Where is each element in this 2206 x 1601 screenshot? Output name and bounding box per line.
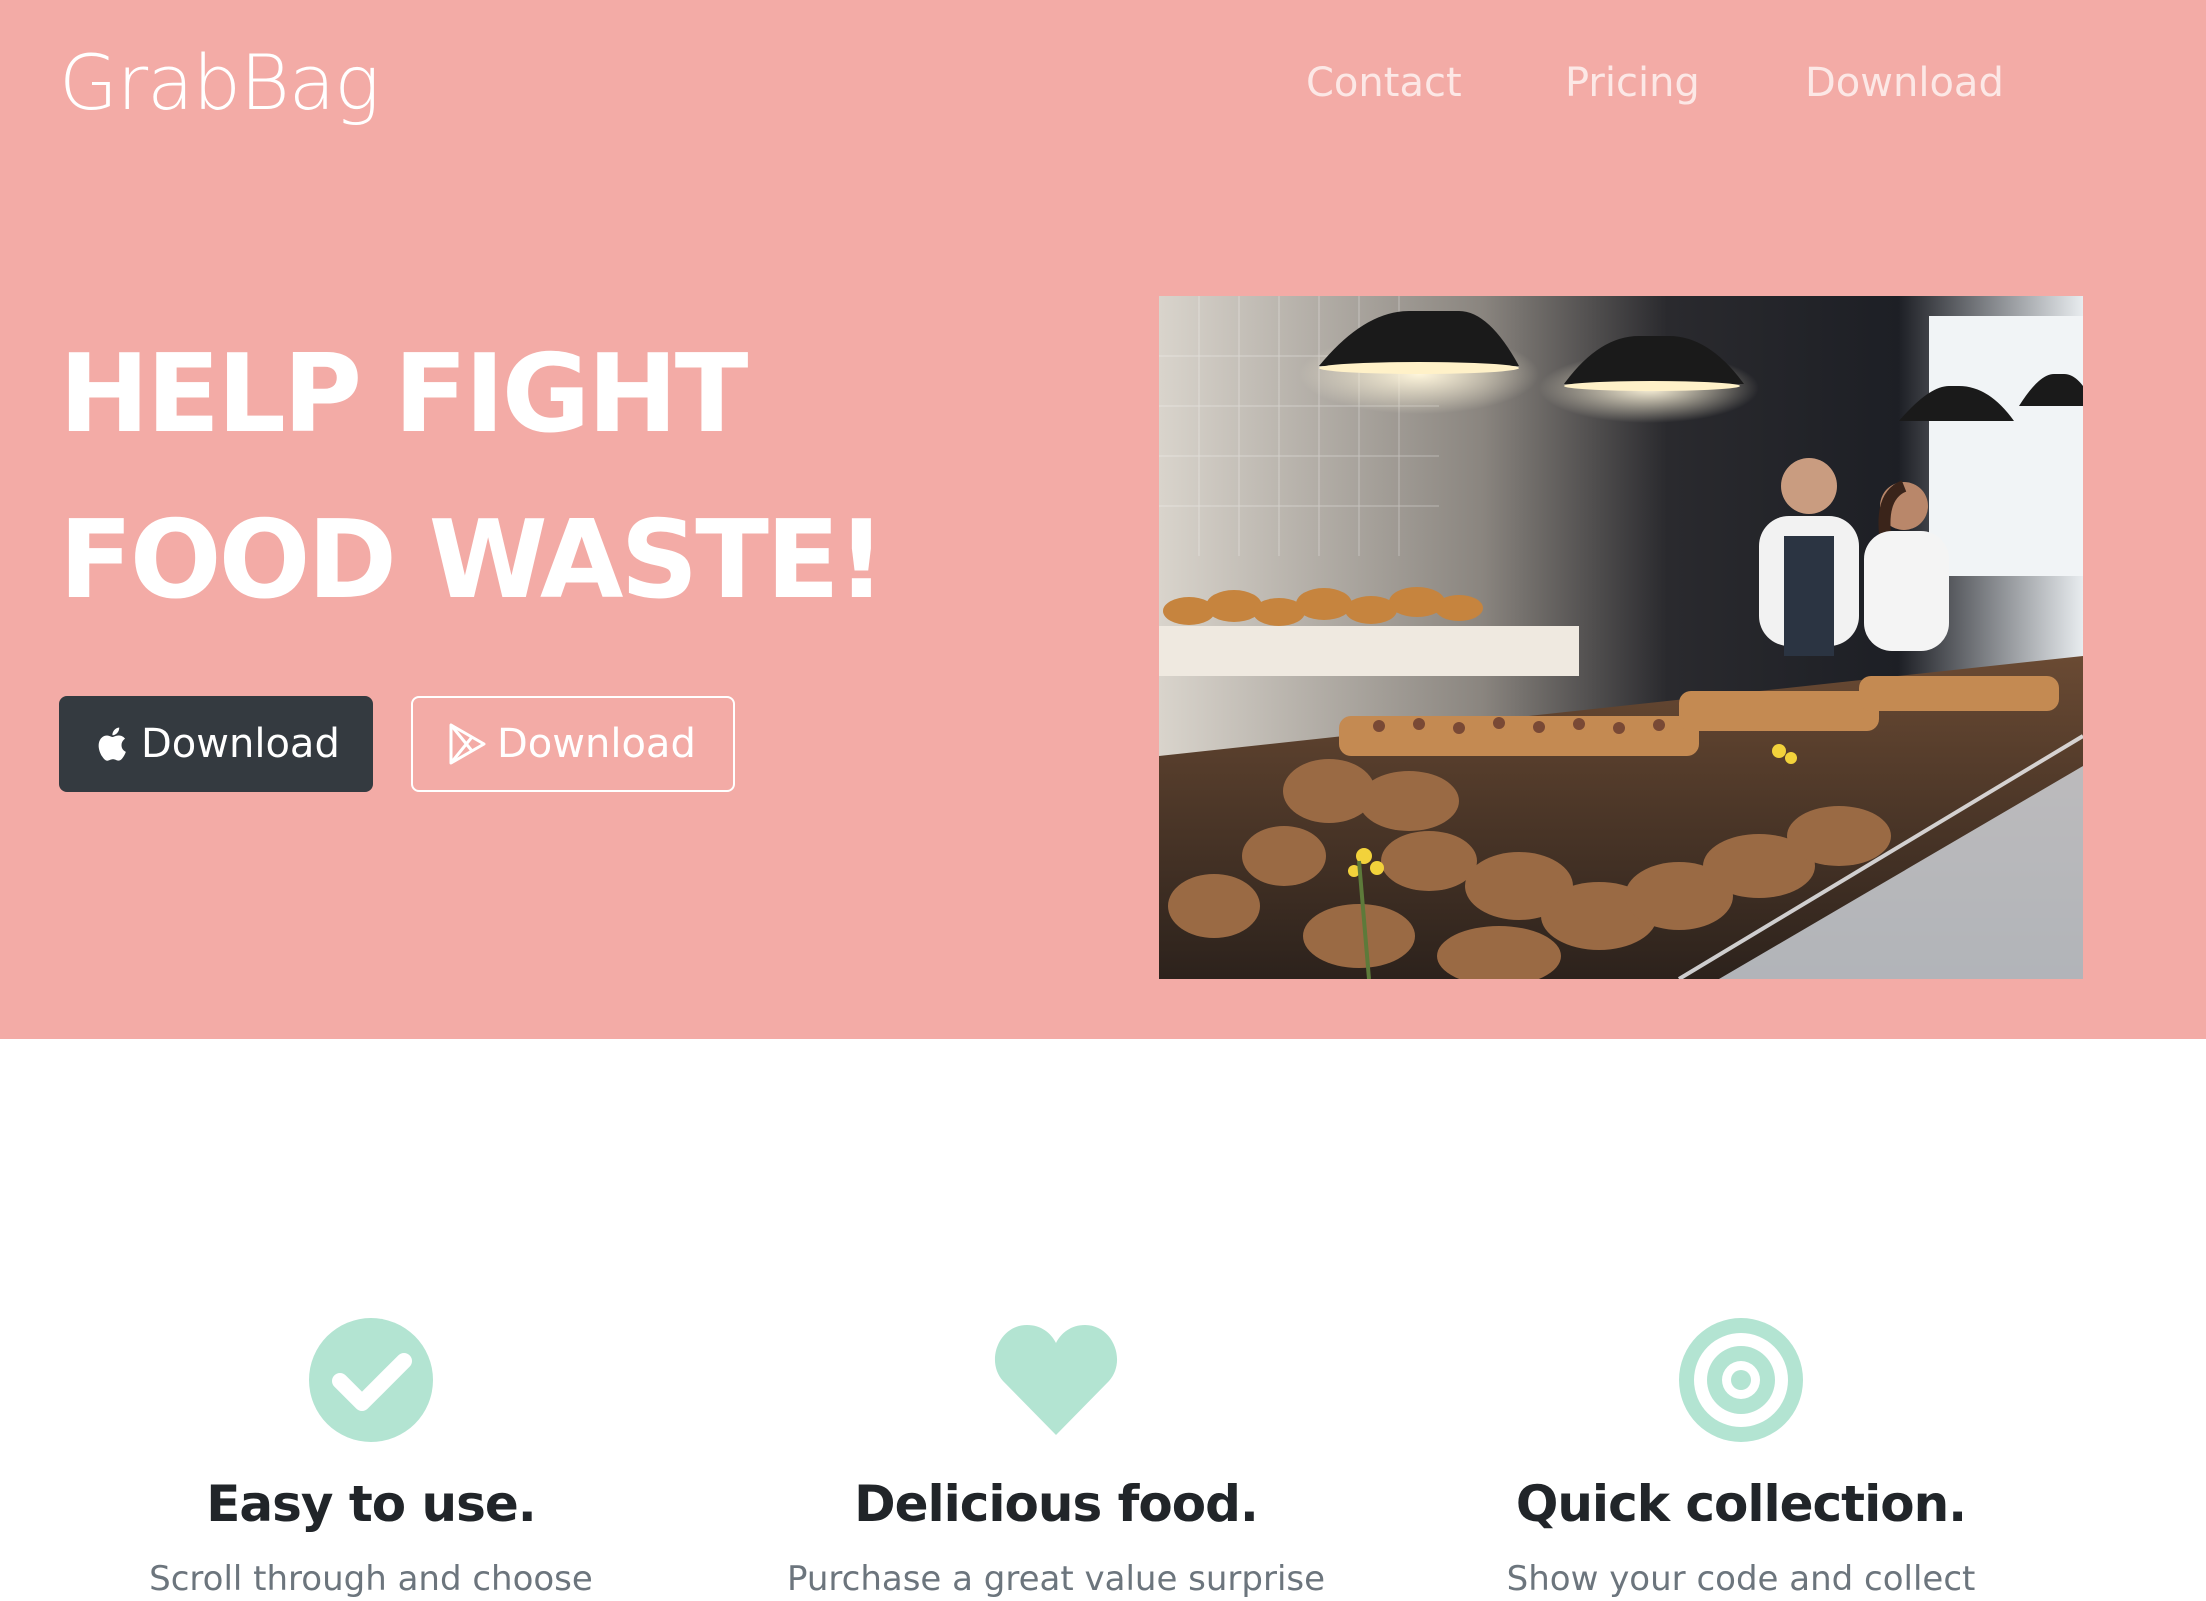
- checkmark-circle-icon: [309, 1318, 433, 1442]
- target-icon: [1679, 1318, 1803, 1442]
- nav-link-contact[interactable]: Contact: [1306, 58, 1462, 108]
- app-store-download-button[interactable]: Download: [59, 696, 373, 792]
- nav-link-download[interactable]: Download: [1805, 58, 2004, 108]
- feature-text-delicious-food: Purchase a great value surprise: [786, 1559, 1326, 1599]
- nav-link-pricing[interactable]: Pricing: [1565, 58, 1700, 108]
- google-play-icon: [447, 722, 487, 766]
- google-play-download-button[interactable]: Download: [411, 696, 735, 792]
- hero-headline-line1: HELP FIGHT: [59, 332, 748, 457]
- hero-headline: HELP FIGHT FOOD WASTE!: [59, 312, 1059, 644]
- feature-title-easy-to-use: Easy to use.: [206, 1475, 537, 1533]
- feature-quick-collection: Quick collection. Show your code and col…: [1391, 1315, 2091, 1601]
- google-play-download-label: Download: [497, 721, 696, 767]
- hero-headline-line2: FOOD WASTE!: [59, 498, 886, 623]
- bakery-photo: [1159, 296, 2083, 979]
- heart-icon: [994, 1325, 1118, 1435]
- app-store-download-label: Download: [141, 721, 340, 767]
- feature-title-delicious-food: Delicious food.: [854, 1475, 1259, 1533]
- features-section: Easy to use. Scroll through and choose D…: [0, 1039, 2206, 1599]
- feature-text-easy-to-use: Scroll through and choose: [149, 1559, 593, 1599]
- brand-logo[interactable]: GrabBag: [59, 36, 380, 130]
- feature-delicious-food: Delicious food. Purchase a great value s…: [706, 1315, 1406, 1601]
- hero-section: GrabBag Contact Pricing Download HELP FI…: [0, 0, 2206, 1039]
- apple-icon: [91, 722, 131, 766]
- feature-easy-to-use: Easy to use. Scroll through and choose: [21, 1315, 721, 1601]
- feature-text-quick-collection: Show your code and collect: [1506, 1559, 1976, 1599]
- feature-title-quick-collection: Quick collection.: [1515, 1475, 1967, 1533]
